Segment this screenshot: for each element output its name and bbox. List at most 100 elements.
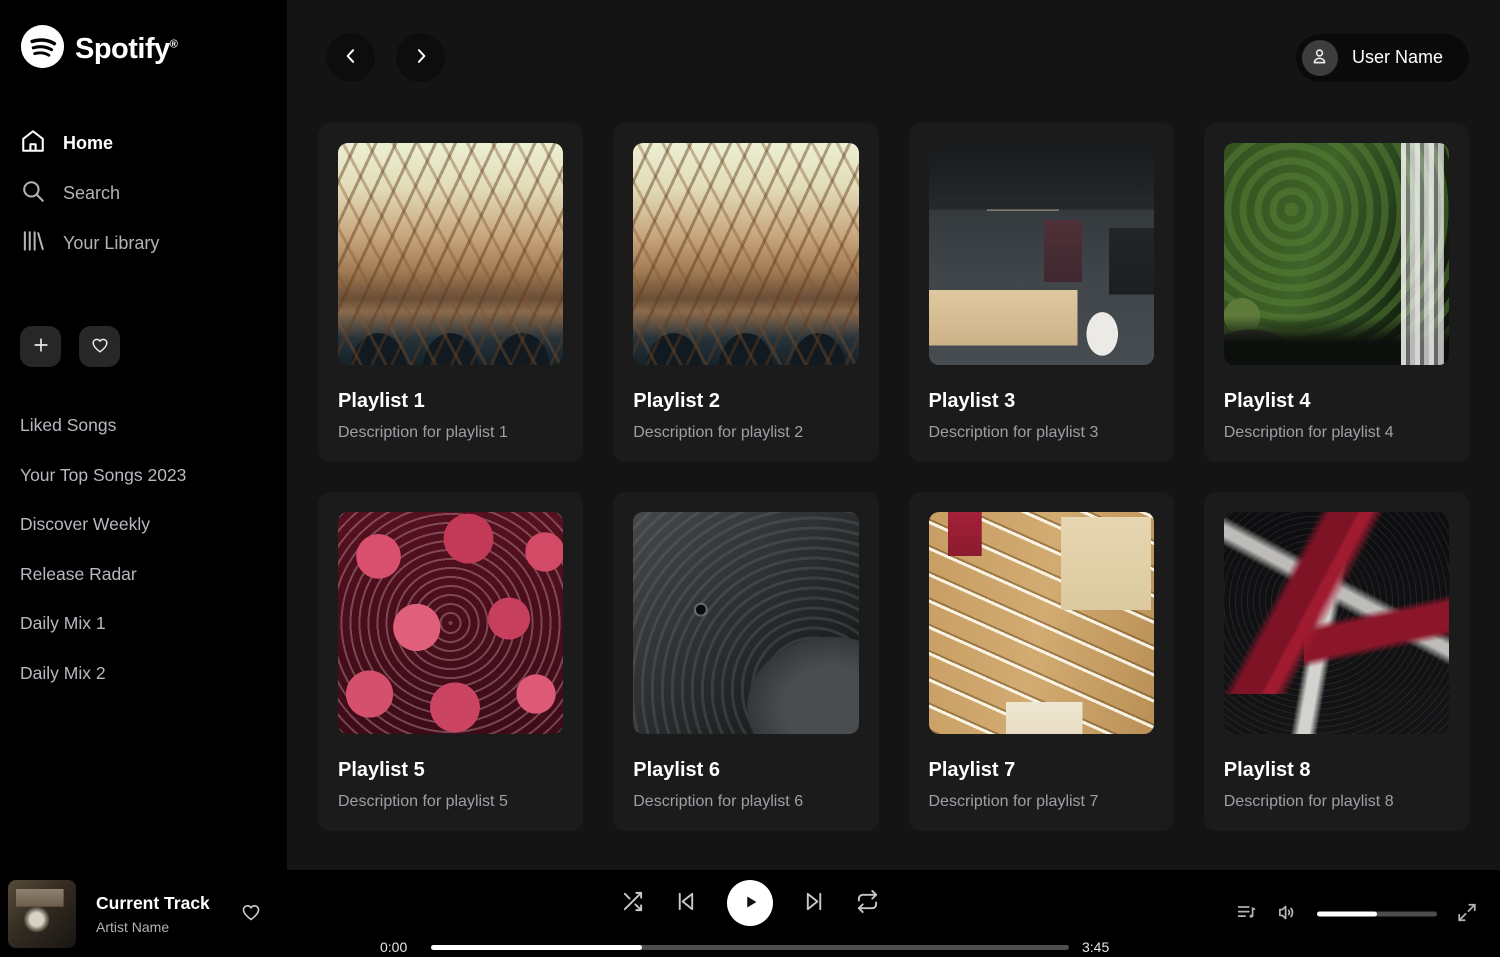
playlist-cover-image	[633, 143, 858, 365]
queue-button[interactable]	[1235, 901, 1257, 926]
playlist-title: Playlist 6	[633, 759, 858, 782]
person-icon	[1309, 46, 1330, 70]
history-nav	[326, 33, 445, 82]
queue-icon	[1235, 901, 1257, 926]
playlist-cover-image	[1224, 512, 1449, 734]
player-right-controls	[1235, 901, 1478, 926]
playlist-description: Description for playlist 1	[338, 424, 563, 442]
home-icon	[20, 128, 46, 159]
playlist-card-2[interactable]: Playlist 2 Description for playlist 2	[613, 123, 878, 462]
primary-nav: Home Search Your Library	[20, 118, 267, 268]
sidebar-item-home[interactable]: Home	[20, 118, 267, 168]
now-playing: Current Track Artist Name	[8, 880, 308, 948]
player-center: 0:00 3:45	[380, 880, 1120, 955]
shuffle-button[interactable]	[621, 890, 644, 916]
playlist-title: Playlist 1	[338, 390, 563, 413]
heart-icon	[90, 335, 110, 358]
volume-fill	[1317, 911, 1377, 916]
sidebar-item-your-library[interactable]: Your Library	[20, 218, 267, 268]
user-name: User Name	[1352, 47, 1443, 68]
volume-slider[interactable]	[1317, 911, 1437, 916]
player-bar: Current Track Artist Name	[0, 870, 1500, 957]
playlist-card-8[interactable]: Playlist 8 Description for playlist 8	[1204, 492, 1469, 831]
track-title: Current Track	[96, 893, 210, 914]
playlist-description: Description for playlist 6	[633, 793, 858, 811]
track-meta: Current Track Artist Name	[96, 893, 210, 935]
playlist-card-5[interactable]: Playlist 5 Description for playlist 5	[318, 492, 583, 831]
playlist-card-3[interactable]: Playlist 3 Description for playlist 3	[909, 123, 1174, 462]
fullscreen-button[interactable]	[1456, 901, 1478, 926]
sidebar-actions	[20, 326, 267, 367]
spotify-logo: Spotify®	[20, 24, 267, 74]
repeat-button[interactable]	[856, 890, 879, 916]
playlist-title: Playlist 4	[1224, 390, 1449, 413]
playlist-title: Playlist 5	[338, 759, 563, 782]
sidebar-playlist-release-radar[interactable]: Release Radar	[20, 550, 267, 600]
sidebar-playlist-daily-mix-2[interactable]: Daily Mix 2	[20, 649, 267, 699]
next-track-button[interactable]	[803, 890, 826, 916]
sidebar-playlist-daily-mix-1[interactable]: Daily Mix 1	[20, 599, 267, 649]
playlist-cover-image	[338, 512, 563, 734]
playlist-cover-image	[929, 143, 1154, 365]
library-icon	[20, 228, 46, 259]
playlist-cover-image	[929, 512, 1154, 734]
sidebar-playlist-liked-songs[interactable]: Liked Songs	[20, 401, 267, 451]
sidebar-playlist-discover-weekly[interactable]: Discover Weekly	[20, 500, 267, 550]
previous-track-icon	[674, 890, 697, 916]
playlist-title: Playlist 3	[929, 390, 1154, 413]
play-button[interactable]	[727, 880, 773, 926]
progress-row: 0:00 3:45	[380, 939, 1120, 955]
fullscreen-icon	[1456, 901, 1478, 926]
plus-icon	[31, 335, 51, 358]
playlist-description: Description for playlist 5	[338, 793, 563, 811]
playlist-description: Description for playlist 7	[929, 793, 1154, 811]
playlist-cover-image	[633, 512, 858, 734]
search-icon	[20, 178, 46, 209]
playlist-card-6[interactable]: Playlist 6 Description for playlist 6	[613, 492, 878, 831]
liked-songs-button[interactable]	[79, 326, 120, 367]
playlist-card-4[interactable]: Playlist 4 Description for playlist 4	[1204, 123, 1469, 462]
playlist-description: Description for playlist 2	[633, 424, 858, 442]
playlist-description: Description for playlist 3	[929, 424, 1154, 442]
play-icon	[739, 891, 761, 916]
main-content: User Name Playlist 1 Description for pla…	[287, 0, 1500, 870]
album-art	[8, 880, 76, 948]
shuffle-icon	[621, 890, 644, 916]
playlist-title: Playlist 8	[1224, 759, 1449, 782]
volume-icon	[1276, 901, 1298, 926]
like-track-button[interactable]	[240, 901, 262, 926]
total-time: 3:45	[1082, 939, 1120, 955]
playback-controls	[621, 880, 879, 926]
playlist-grid: Playlist 1 Description for playlist 1 Pl…	[318, 123, 1469, 831]
sidebar-playlists: Liked Songs Your Top Songs 2023 Discover…	[20, 401, 267, 698]
chevron-right-icon	[411, 46, 431, 69]
next-track-icon	[803, 890, 826, 916]
playlist-cover-image	[338, 143, 563, 365]
playlist-card-7[interactable]: Playlist 7 Description for playlist 7	[909, 492, 1174, 831]
repeat-icon	[856, 890, 879, 916]
progress-fill	[431, 945, 642, 950]
volume-button[interactable]	[1276, 901, 1298, 926]
playlist-cover-image	[1224, 143, 1449, 365]
playlist-description: Description for playlist 4	[1224, 424, 1449, 442]
user-menu-button[interactable]: User Name	[1296, 34, 1469, 82]
elapsed-time: 0:00	[380, 939, 418, 955]
chevron-left-icon	[341, 46, 361, 69]
heart-icon	[240, 911, 262, 926]
sidebar-item-label: Search	[63, 183, 120, 204]
sidebar-item-label: Your Library	[63, 233, 159, 254]
playlist-title: Playlist 2	[633, 390, 858, 413]
previous-track-button[interactable]	[674, 890, 697, 916]
playlist-card-1[interactable]: Playlist 1 Description for playlist 1	[318, 123, 583, 462]
create-playlist-button[interactable]	[20, 326, 61, 367]
playlist-description: Description for playlist 8	[1224, 793, 1449, 811]
app-window: Spotify® Home Search	[0, 0, 1500, 870]
back-button[interactable]	[326, 33, 375, 82]
avatar	[1302, 40, 1338, 76]
sidebar-item-label: Home	[63, 133, 113, 154]
seek-bar[interactable]	[431, 945, 1069, 950]
spotify-logo-icon	[20, 24, 65, 74]
sidebar-playlist-your-top-songs[interactable]: Your Top Songs 2023	[20, 451, 267, 501]
sidebar-item-search[interactable]: Search	[20, 168, 267, 218]
forward-button[interactable]	[396, 33, 445, 82]
